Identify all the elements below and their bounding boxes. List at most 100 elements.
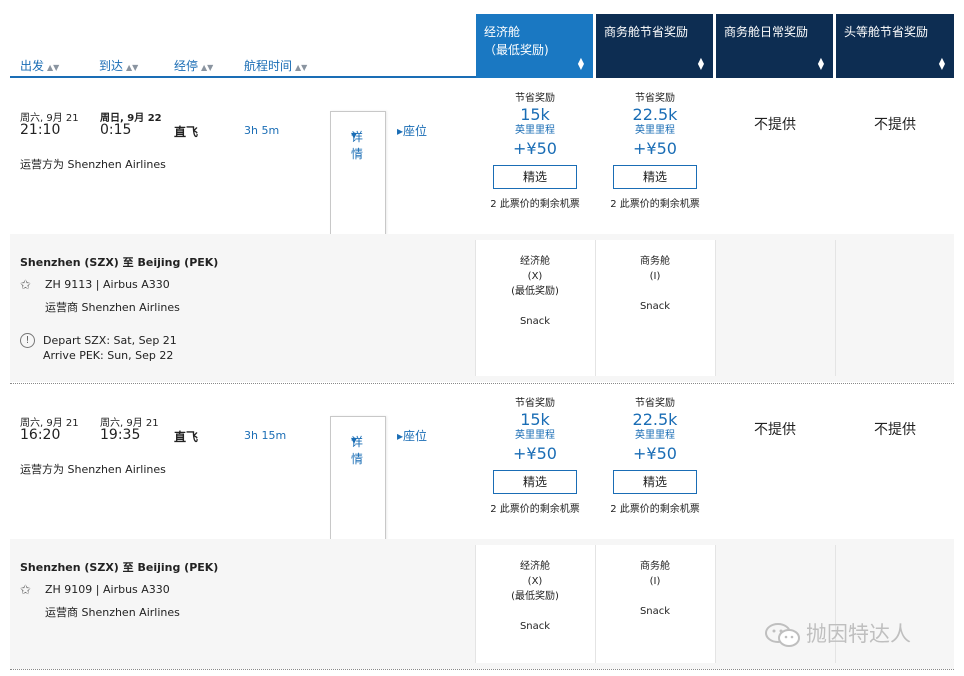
fare-unit: 英里里程 <box>635 430 675 441</box>
cabin-header-title: 商务舱节省奖励 <box>604 25 689 39</box>
cabin-header-business-everyday[interactable]: 商务舱日常奖励 ▲ ▼ <box>716 14 833 78</box>
details-label: 详情 <box>351 435 364 466</box>
sort-arrows-icon: ▲▼ <box>577 56 584 71</box>
cabin-header-subtitle: （最低奖励) <box>484 43 549 57</box>
meal: Snack <box>639 606 671 617</box>
cabin-info-economy: 经济舱 (X) (最低奖励) Snack <box>475 254 595 329</box>
depart-notice: Depart SZX: Sat, Sep 21 <box>43 334 177 347</box>
sort-arrows-icon: ▲▼ <box>201 63 214 72</box>
cabin-code: (I) <box>649 271 661 282</box>
sort-arrive-label: 到达 <box>99 59 124 73</box>
operator: 运营商 Shenzhen Airlines <box>45 301 180 314</box>
row-separator <box>10 669 954 670</box>
sort-duration[interactable]: 航程时间 ▲▼ <box>244 57 307 74</box>
cabin-info-business: 商务舱 (I) Snack <box>595 559 715 619</box>
cabin-name: 经济舱 <box>520 561 550 572</box>
stops-label: 直飞 <box>174 125 199 139</box>
fare-business-saver: 节省奖励 22.5k 英里里程 +¥50 精选 2 此票价的剩余机票 <box>595 89 715 210</box>
fare-tax: +¥50 <box>633 444 677 463</box>
sort-arrive[interactable]: 到达 ▲▼ <box>99 57 138 74</box>
seats-remaining: 2 此票价的剩余机票 <box>610 504 700 515</box>
sort-arrows-icon: ▲▼ <box>938 56 945 71</box>
fare-miles: 15k <box>520 105 550 124</box>
fare-tax: +¥50 <box>633 139 677 158</box>
route-title: Shenzhen (SZX) 至 Beijing (PEK) <box>20 561 219 574</box>
fare-tax: +¥50 <box>513 444 557 463</box>
details-toggle[interactable]: ▾ 详情 <box>330 111 386 235</box>
meal: Snack <box>519 316 551 327</box>
operated-by: 运营方为 Shenzhen Airlines <box>20 158 166 171</box>
select-button[interactable]: 精选 <box>613 470 697 494</box>
sort-arrows-icon: ▲▼ <box>697 56 704 71</box>
seats-remaining: 2 此票价的剩余机票 <box>490 199 580 210</box>
sort-arrows-icon: ▲▼ <box>47 63 60 72</box>
cabin-name: 商务舱 <box>640 256 670 267</box>
fare-label: 节省奖励 <box>515 398 555 409</box>
flight-number: ZH 9113 | Airbus A330 <box>45 278 170 291</box>
depart-time: 21:10 <box>20 122 61 138</box>
fare-miles: 15k <box>520 410 550 429</box>
operated-by: 运营方为 Shenzhen Airlines <box>20 463 166 476</box>
watermark-text: 抛因特达人 <box>806 622 911 646</box>
divider <box>835 240 836 376</box>
cabin-code: (X) <box>527 271 543 282</box>
select-button[interactable]: 精选 <box>493 470 577 494</box>
cabin-header-title: 商务舱日常奖励 <box>724 25 809 39</box>
operator: 运营商 Shenzhen Airlines <box>45 606 180 619</box>
cabin-code: (I) <box>649 576 661 587</box>
sort-duration-label: 航程时间 <box>244 59 293 73</box>
cabin-header-title: 经济舱 <box>484 25 521 39</box>
fare-economy: 节省奖励 15k 英里里程 +¥50 精选 2 此票价的剩余机票 <box>475 89 595 210</box>
fare-unit: 英里里程 <box>635 125 675 136</box>
seats-label: 座位 <box>403 429 428 443</box>
route-title: Shenzhen (SZX) 至 Beijing (PEK) <box>20 256 219 269</box>
watermark: 抛因特达人 <box>764 618 911 648</box>
not-available: 不提供 <box>754 117 796 133</box>
details-label: 详情 <box>351 130 364 161</box>
sort-stops-label: 经停 <box>174 59 199 73</box>
details-toggle[interactable]: ▾ 详情 <box>330 416 386 540</box>
divider <box>715 545 716 663</box>
cabin-info-economy: 经济舱 (X) (最低奖励) Snack <box>475 559 595 634</box>
cabin-header-economy[interactable]: 经济舱 （最低奖励) ▲ ▼ <box>476 14 593 78</box>
fare-unit: 英里里程 <box>515 430 555 441</box>
seats-link[interactable]: ▸座位 <box>397 427 427 444</box>
sort-stops[interactable]: 经停 ▲▼ <box>174 57 213 74</box>
arrive-time: 19:35 <box>100 427 141 443</box>
fare-label: 节省奖励 <box>635 398 675 409</box>
depart-time: 16:20 <box>20 427 61 443</box>
sort-arrows-icon: ▲▼ <box>126 63 139 72</box>
meal: Snack <box>639 301 671 312</box>
sort-arrows-icon: ▲▼ <box>295 63 308 72</box>
flight-number: ZH 9109 | Airbus A330 <box>45 583 170 596</box>
wechat-icon <box>765 623 800 647</box>
cabin-name: 经济舱 <box>520 256 550 267</box>
stops-label: 直飞 <box>174 430 199 444</box>
select-button[interactable]: 精选 <box>493 165 577 189</box>
seats-label: 座位 <box>403 124 428 138</box>
fare-tax: +¥50 <box>513 139 557 158</box>
cabin-code: (X) <box>527 576 543 587</box>
select-button[interactable]: 精选 <box>613 165 697 189</box>
alert-icon: ! <box>20 333 35 348</box>
sort-depart-label: 出发 <box>20 59 45 73</box>
star-alliance-icon: ✩ <box>20 278 31 293</box>
fare-miles: 22.5k <box>632 105 678 124</box>
not-available: 不提供 <box>874 422 916 438</box>
fare-miles: 22.5k <box>632 410 678 429</box>
fare-business-saver: 节省奖励 22.5k 英里里程 +¥50 精选 2 此票价的剩余机票 <box>595 394 715 515</box>
seats-remaining: 2 此票价的剩余机票 <box>610 199 700 210</box>
meal: Snack <box>519 621 551 632</box>
cabin-header-first-saver[interactable]: 头等舱节省奖励 ▲ ▼ <box>836 14 954 78</box>
fare-label: 节省奖励 <box>515 93 555 104</box>
arrive-notice: Arrive PEK: Sun, Sep 22 <box>43 349 174 362</box>
fare-label: 节省奖励 <box>635 93 675 104</box>
fare-unit: 英里里程 <box>515 125 555 136</box>
cabin-header-business-saver[interactable]: 商务舱节省奖励 ▲ ▼ <box>596 14 713 78</box>
star-alliance-icon: ✩ <box>20 583 31 598</box>
cabin-note: (最低奖励) <box>511 591 559 602</box>
seats-link[interactable]: ▸座位 <box>397 122 427 139</box>
sort-depart[interactable]: 出发 ▲▼ <box>20 57 59 74</box>
not-available: 不提供 <box>874 117 916 133</box>
cabin-note: (最低奖励) <box>511 286 559 297</box>
